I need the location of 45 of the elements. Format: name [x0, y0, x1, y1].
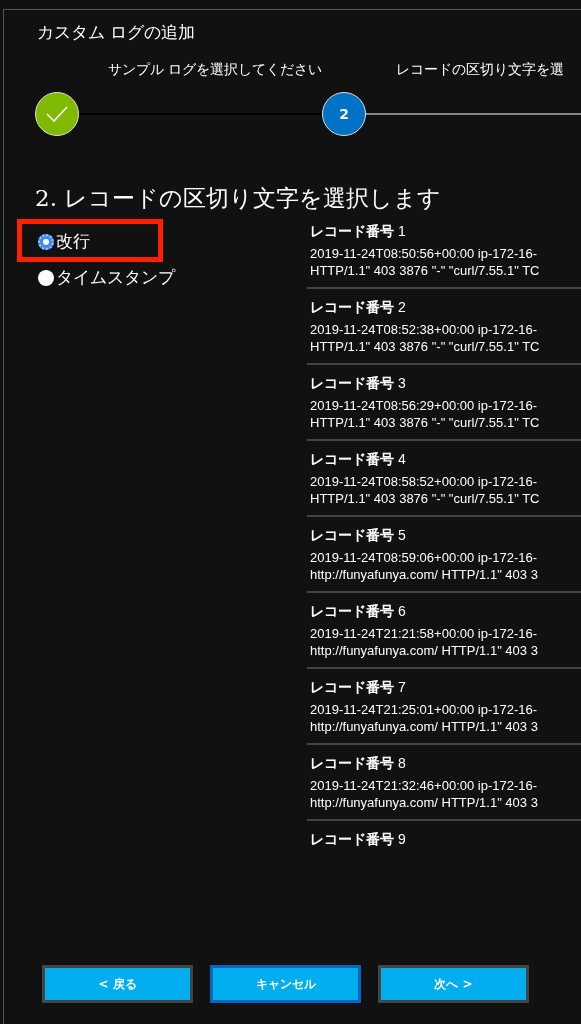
record-title: レコード番号	[310, 375, 394, 391]
record-text: 2019-11-24T08:58:52+00:00 ip-172-16-	[310, 473, 539, 490]
record-number: 3	[397, 375, 406, 391]
record-title: レコード番号	[310, 679, 394, 695]
wizard-button[interactable]: 次へ >	[378, 965, 529, 1003]
window-title: カスタム ログの追加	[37, 21, 197, 44]
record-text: 2019-11-24T21:25:01+00:00 ip-172-16-	[310, 701, 539, 718]
record-text: HTTP/1.1" 403 3876 "-" "curl/7.55.1" TC	[310, 338, 541, 355]
record-title: レコード番号	[310, 223, 394, 239]
record-text: 2019-11-24T21:21:58+00:00 ip-172-16-	[310, 625, 539, 642]
check-icon	[46, 106, 68, 122]
record-title: レコード番号	[310, 831, 394, 847]
step-label: レコードの区切り文字を選	[396, 61, 564, 79]
record-text: 2019-11-24T08:59:06+00:00 ip-172-16-	[310, 549, 539, 566]
record-title: レコード番号	[310, 299, 394, 315]
record-text: http://funyafunya.com/ HTTP/1.1" 403 3	[310, 794, 539, 811]
record-text: http://funyafunya.com/ HTTP/1.1" 403 3	[310, 718, 539, 735]
record-text: 2019-11-24T08:50:56+00:00 ip-172-16-	[310, 245, 539, 262]
record-title: レコード番号	[310, 755, 394, 771]
radio-option[interactable]: タイムスタンプ	[38, 266, 307, 289]
record-number: 4	[397, 451, 406, 467]
wizard-button[interactable]: キャンセル	[210, 965, 361, 1003]
record-text: 2019-11-24T21:32:46+00:00 ip-172-16-	[310, 777, 539, 794]
record-number: 2	[397, 299, 406, 315]
record-title: レコード番号	[310, 451, 394, 467]
record-text: HTTP/1.1" 403 3876 "-" "curl/7.55.1" TC	[310, 414, 541, 431]
record-text: HTTP/1.1" 403 3876 "-" "curl/7.55.1" TC	[310, 490, 541, 507]
radio-option[interactable]: 改行	[38, 230, 307, 253]
record-number: 9	[397, 831, 406, 847]
record-number: 8	[397, 755, 406, 771]
record-title: レコード番号	[310, 603, 394, 619]
record-number: 7	[397, 679, 406, 695]
record-text: HTTP/1.1" 403 3876 "-" "curl/7.55.1" TC	[310, 262, 541, 279]
record-text: 2019-11-24T08:56:29+00:00 ip-172-16-	[310, 397, 539, 414]
record-text: http://funyafunya.com/ HTTP/1.1" 403 3	[310, 566, 539, 583]
section-heading: 2. レコードの区切り文字を選択します	[35, 184, 443, 213]
record-title: レコード番号	[310, 527, 394, 543]
record-text: http://funyafunya.com/ HTTP/1.1" 403 3	[310, 642, 539, 659]
record-text: 2019-11-24T08:52:38+00:00 ip-172-16-	[310, 321, 539, 338]
wizard-button[interactable]: < 戻る	[42, 965, 193, 1003]
step-number: 2	[339, 106, 349, 122]
record-number: 1	[397, 223, 406, 239]
record-number: 6	[397, 603, 406, 619]
step-label: サンプル ログを選択してください	[108, 61, 323, 79]
record-number: 5	[397, 527, 406, 543]
